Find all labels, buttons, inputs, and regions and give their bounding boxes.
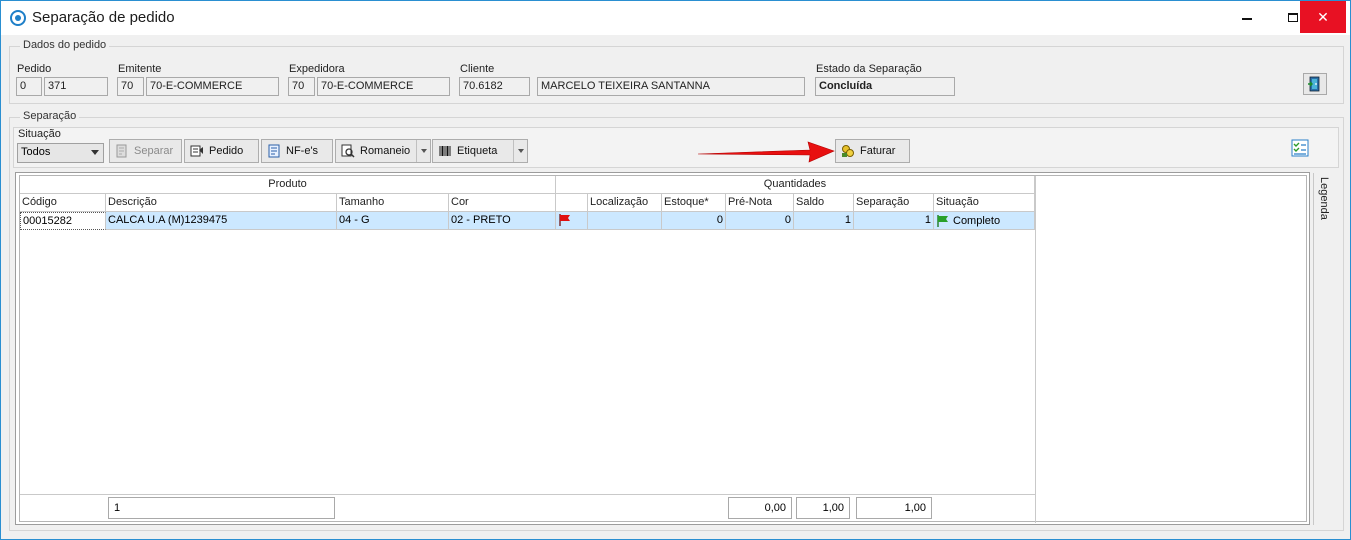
etiqueta-button[interactable]: Etiqueta bbox=[432, 139, 528, 163]
estado-field: Concluída bbox=[815, 77, 955, 96]
pedido-label: Pedido bbox=[209, 145, 244, 157]
etiqueta-dropdown[interactable] bbox=[513, 140, 527, 162]
etiqueta-label: Etiqueta bbox=[457, 145, 498, 157]
expedidora-code-field[interactable]: 70 bbox=[288, 77, 315, 96]
faturar-button[interactable]: Faturar bbox=[835, 139, 910, 163]
nfe-document-icon bbox=[268, 144, 280, 158]
dados-pedido-title: Dados do pedido bbox=[20, 39, 110, 51]
cell-estoque[interactable]: 0 bbox=[662, 212, 726, 230]
romaneio-label: Romaneio bbox=[360, 145, 411, 157]
green-flag-icon bbox=[937, 214, 948, 227]
group-produto-header: Produto bbox=[20, 176, 556, 194]
title-bar: Separação de pedido ✕ bbox=[1, 1, 1350, 35]
footer-separacao-total: 1,00 bbox=[856, 497, 932, 519]
emitente-name-field[interactable]: 70-E-COMMERCE bbox=[146, 77, 279, 96]
romaneio-button[interactable]: Romaneio bbox=[335, 139, 431, 163]
checklist-button[interactable] bbox=[1289, 137, 1311, 159]
chevron-down-icon bbox=[517, 149, 524, 153]
column-header-saldo[interactable]: Saldo bbox=[794, 194, 854, 212]
estado-label: Estado da Separação bbox=[816, 63, 922, 75]
separacao-toolbar: Situação Todos Separar Pedido NF-e's Rom… bbox=[13, 127, 1339, 168]
nfes-label: NF-e's bbox=[286, 145, 319, 157]
separar-icon bbox=[116, 144, 127, 158]
column-header-descricao[interactable]: Descrição bbox=[106, 194, 337, 212]
close-icon: ✕ bbox=[1317, 8, 1329, 25]
app-icon bbox=[10, 10, 26, 26]
minimize-icon bbox=[1242, 18, 1252, 20]
footer-count-field: 1 bbox=[108, 497, 335, 519]
cell-tamanho[interactable]: 04 - G bbox=[337, 212, 449, 230]
separar-button[interactable]: Separar bbox=[109, 139, 182, 163]
column-header-codigo[interactable]: Código bbox=[20, 194, 106, 212]
column-header-tamanho[interactable]: Tamanho bbox=[337, 194, 449, 212]
window-title: Separação de pedido bbox=[32, 9, 175, 26]
emitente-code-field[interactable]: 70 bbox=[117, 77, 144, 96]
cell-saldo[interactable]: 1 bbox=[794, 212, 854, 230]
products-grid: Produto Quantidades Código Descrição Tam… bbox=[15, 172, 1310, 525]
pedido-button[interactable]: Pedido bbox=[184, 139, 259, 163]
chevron-down-icon bbox=[91, 150, 99, 155]
cell-cor[interactable]: 02 - PRETO bbox=[449, 212, 556, 230]
column-header-flag[interactable] bbox=[556, 194, 588, 212]
pedido-b-field[interactable]: 371 bbox=[44, 77, 108, 96]
faturar-coins-icon bbox=[842, 145, 854, 157]
cell-codigo[interactable]: 00015282 bbox=[20, 212, 106, 230]
cliente-label: Cliente bbox=[460, 63, 495, 75]
column-header-estoque[interactable]: Estoque* bbox=[662, 194, 726, 212]
separacao-title: Separação bbox=[20, 110, 80, 122]
window: Separação de pedido ✕ Dados do pedido Pe… bbox=[0, 0, 1351, 540]
nfes-button[interactable]: NF-e's bbox=[261, 139, 333, 163]
exit-door-icon bbox=[1308, 76, 1320, 92]
column-header-separacao[interactable]: Separação bbox=[854, 194, 934, 212]
faturar-label: Faturar bbox=[860, 145, 896, 157]
pedido-label: Pedido bbox=[17, 63, 52, 75]
footer-divider bbox=[20, 494, 1035, 495]
minimize-button[interactable] bbox=[1224, 1, 1270, 33]
pedido-a-field[interactable]: 0 bbox=[16, 77, 42, 96]
cliente-name-field[interactable]: MARCELO TEIXEIRA SANTANNA bbox=[537, 77, 805, 96]
column-header-cor[interactable]: Cor bbox=[449, 194, 556, 212]
situacao-select[interactable]: Todos bbox=[17, 143, 104, 163]
footer-pre-nota-total: 0,00 bbox=[728, 497, 792, 519]
situacao-text: Completo bbox=[953, 214, 1001, 227]
situacao-label: Situação bbox=[18, 128, 61, 140]
grid-right-border bbox=[1035, 176, 1036, 523]
chevron-down-icon bbox=[420, 149, 427, 153]
column-header-situacao[interactable]: Situação bbox=[934, 194, 1035, 212]
column-header-pre-nota[interactable]: Pré-Nota bbox=[726, 194, 794, 212]
cell-flag[interactable] bbox=[556, 212, 588, 230]
cell-localizacao[interactable] bbox=[588, 212, 662, 230]
pedido-icon bbox=[190, 145, 203, 157]
cell-descricao[interactable]: CALCA U.A (M)1239475 bbox=[106, 212, 337, 230]
cliente-code-field[interactable]: 70.6182 bbox=[459, 77, 530, 96]
cell-situacao[interactable]: Completo bbox=[934, 212, 1035, 230]
footer-saldo-total: 1,00 bbox=[796, 497, 850, 519]
grid-inner: Produto Quantidades Código Descrição Tam… bbox=[19, 175, 1307, 523]
situacao-selected-value: Todos bbox=[21, 146, 51, 158]
romaneio-search-icon bbox=[341, 144, 355, 158]
emitente-label: Emitente bbox=[118, 63, 162, 75]
cell-pre-nota[interactable]: 0 bbox=[726, 212, 794, 230]
column-header-localizacao[interactable]: Localização bbox=[588, 194, 662, 212]
legenda-panel[interactable]: Legenda bbox=[1313, 173, 1341, 525]
expedidora-name-field[interactable]: 70-E-COMMERCE bbox=[317, 77, 450, 96]
red-arrow-annotation-icon bbox=[698, 141, 835, 163]
romaneio-dropdown[interactable] bbox=[416, 140, 430, 162]
separar-label: Separar bbox=[134, 145, 174, 157]
red-flag-icon bbox=[559, 214, 570, 226]
close-button[interactable]: ✕ bbox=[1300, 1, 1346, 33]
cell-separacao[interactable]: 1 bbox=[854, 212, 934, 230]
group-quantidades-header: Quantidades bbox=[556, 176, 1035, 194]
expedidora-label: Expedidora bbox=[289, 63, 345, 75]
legenda-tab[interactable]: Legenda bbox=[1318, 177, 1330, 220]
maximize-icon bbox=[1288, 12, 1298, 22]
barcode-icon bbox=[439, 146, 451, 156]
exit-button[interactable] bbox=[1303, 73, 1327, 95]
checklist-icon bbox=[1291, 139, 1309, 157]
